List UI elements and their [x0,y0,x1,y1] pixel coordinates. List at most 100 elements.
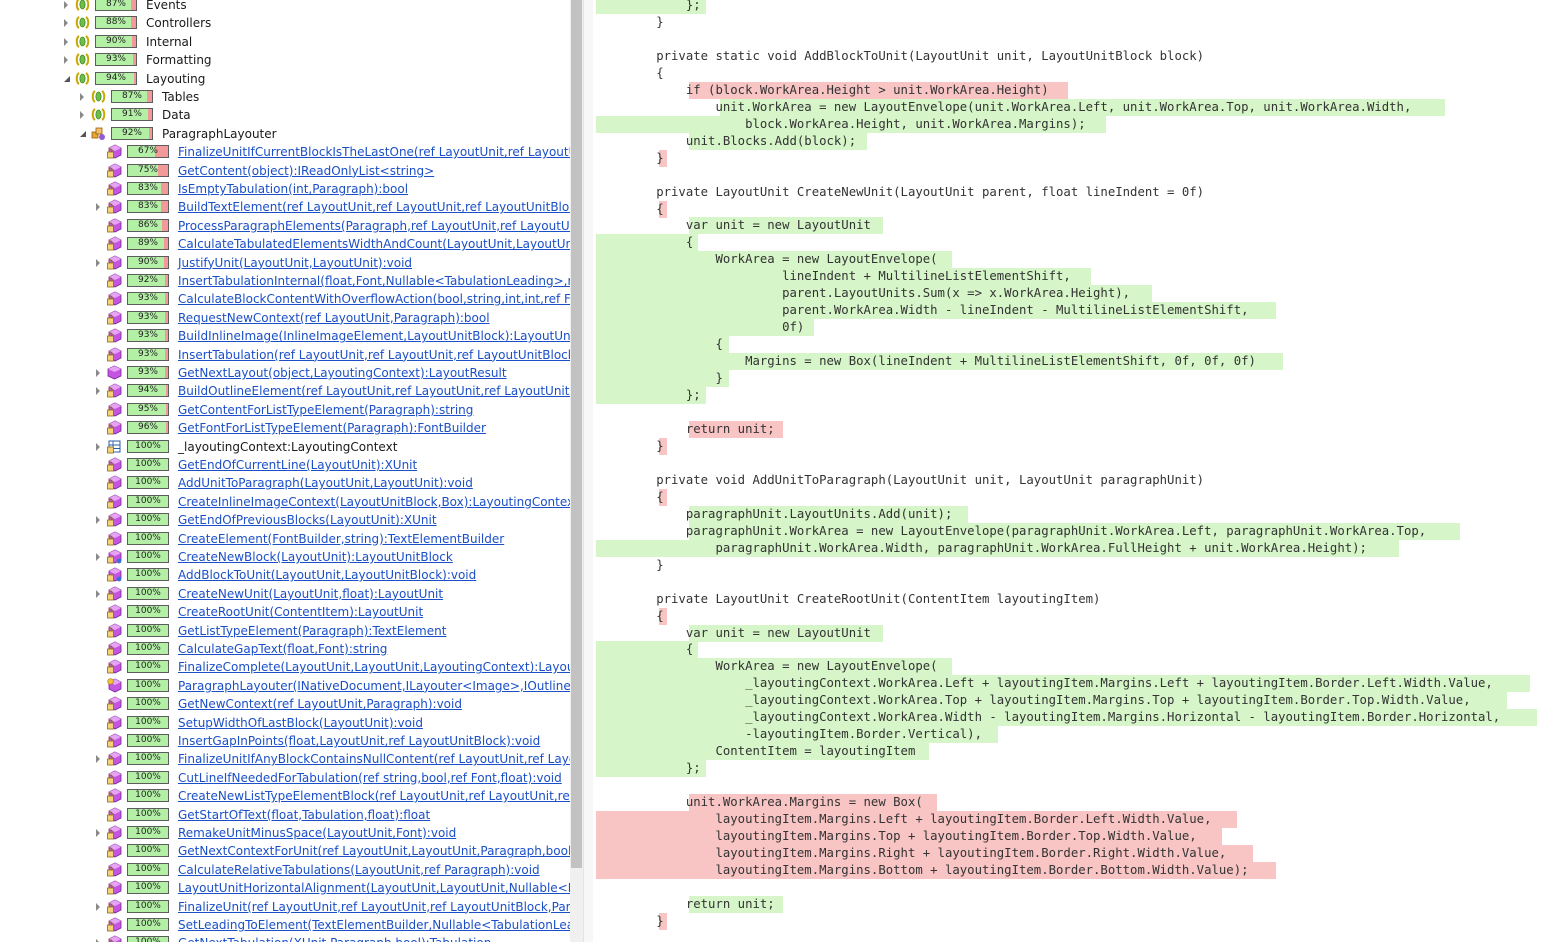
tree-item[interactable]: 93% InsertTabulation(ref LayoutUnit,ref L… [0,346,570,364]
tree-item[interactable]: 100% CreateRootUnit(ContentItem):LayoutUn… [0,603,570,621]
tree-item[interactable]: 93% RequestNewContext(ref LayoutUnit,Para… [0,309,570,327]
tree-item[interactable]: 87% Tables [0,88,570,106]
expand-icon[interactable] [96,755,100,764]
member-link[interactable]: SetLeadingToElement(TextElementBuilder,N… [178,917,570,933]
member-link[interactable]: ParagraphLayouter(INativeDocument,ILayou… [178,678,570,694]
collapse-icon[interactable] [64,75,70,82]
tree-item[interactable]: 100% CreateNewBlock(LayoutUnit):LayoutUni… [0,548,570,566]
coverage-tree[interactable]: 87% Events 88% Controllers 90% Internal 93% For… [0,0,570,942]
member-link[interactable]: SetupWidthOfLastBlock(LayoutUnit):void [178,715,423,731]
member-link[interactable]: GetNextTabulation(XUnit,Paragraph,bool):… [178,935,491,942]
tree-item[interactable]: 89% CalculateTabulatedElementsWidthAndCou… [0,235,570,253]
member-link[interactable]: InsertGapInPoints(float,LayoutUnit,ref L… [178,733,540,749]
tree-item[interactable]: 100% CreateNewUnit(LayoutUnit,float):Layo… [0,585,570,603]
expand-icon[interactable] [80,111,84,120]
member-link[interactable]: CreateNewBlock(LayoutUnit):LayoutUnitBlo… [178,549,453,565]
member-link[interactable]: FinalizeUnitIfCurrentBlockIsTheLastOne(r… [178,144,570,160]
tree-item[interactable]: 94% Layouting [0,70,570,88]
tree-item[interactable]: 96% GetFontForListTypeElement(Paragraph):… [0,419,570,437]
expand-icon[interactable] [96,516,100,525]
expand-icon[interactable] [96,387,100,396]
member-link[interactable]: JustifyUnit(LayoutUnit,LayoutUnit):void [178,255,412,271]
tree-item[interactable]: 100% GetEndOfCurrentLine(LayoutUnit):XUni… [0,456,570,474]
member-link[interactable]: GetNextLayout(object,LayoutingContext):L… [178,365,507,381]
tree-item[interactable]: 100% InsertGapInPoints(float,LayoutUnit,r… [0,732,570,750]
tree-item[interactable]: 95% GetContentForListTypeElement(Paragrap… [0,401,570,419]
expand-icon[interactable] [80,93,84,101]
member-link[interactable]: CreateElement(FontBuilder,string):TextEl… [178,531,504,547]
tree-item[interactable]: 91% Data [0,106,570,124]
tree-item[interactable]: 93% CalculateBlockContentWithOverflowActi… [0,290,570,308]
tree-item[interactable]: 86% ProcessParagraphElements(Paragraph,re… [0,217,570,235]
member-link[interactable]: GetEndOfCurrentLine(LayoutUnit):XUnit [178,457,417,473]
member-link[interactable]: GetEndOfPreviousBlocks(LayoutUnit):XUnit [178,512,437,528]
tree-item[interactable]: 93% Formatting [0,51,570,69]
member-link[interactable]: FinalizeUnit(ref LayoutUnit,ref LayoutUn… [178,899,570,915]
member-link[interactable]: InsertTabulation(ref LayoutUnit,ref Layo… [178,347,570,363]
member-link[interactable]: IsEmptyTabulation(int,Paragraph):bool [178,181,408,197]
pane-splitter[interactable] [583,0,593,942]
tree-item[interactable]: 100% CalculateRelativeTabulations(LayoutU… [0,861,570,879]
member-link[interactable]: GetStartOfText(float,Tabulation,float):f… [178,807,430,823]
expand-icon[interactable] [96,442,100,451]
tree-item[interactable]: 100% SetLeadingToElement(TextElementBuild… [0,916,570,934]
expand-icon[interactable] [96,829,100,837]
member-link[interactable]: CalculateRelativeTabulations(LayoutUnit,… [178,862,540,878]
tree-item[interactable]: 87% Events [0,0,570,14]
tree-scrollbar-thumb[interactable] [571,0,582,868]
tree-scrollbar[interactable] [570,0,583,942]
member-link[interactable]: AddUnitToParagraph(LayoutUnit,LayoutUnit… [178,475,473,491]
member-link[interactable]: GetListTypeElement(Paragraph):TextElemen… [178,623,446,639]
member-link[interactable]: GetFontForListTypeElement(Paragraph):Fon… [178,420,486,436]
expand-icon[interactable] [64,56,68,65]
member-link[interactable]: CreateRootUnit(ContentItem):LayoutUnit [178,604,423,620]
tree-item[interactable]: 100% LayoutUnitHorizontalAlignment(Layout… [0,879,570,897]
expand-icon[interactable] [96,258,100,267]
member-link[interactable]: RequestNewContext(ref LayoutUnit,Paragra… [178,310,490,326]
tree-item[interactable]: 75% GetContent(object):IReadOnlyList<stri… [0,162,570,180]
tree-item[interactable]: 100% AddBlockToUnit(LayoutUnit,LayoutUnit… [0,566,570,584]
tree-item[interactable]: 90% JustifyUnit(LayoutUnit,LayoutUnit):vo… [0,254,570,272]
tree-item[interactable]: 100% CreateInlineImageContext(LayoutUnitB… [0,493,570,511]
member-link[interactable]: GetContentForListTypeElement(Paragraph):… [178,402,473,418]
tree-item[interactable]: 83% BuildTextElement(ref LayoutUnit,ref L… [0,198,570,216]
member-link[interactable]: CalculateBlockContentWithOverflowAction(… [178,291,570,307]
expand-icon[interactable] [64,1,68,9]
member-link[interactable]: AddBlockToUnit(LayoutUnit,LayoutUnitBloc… [178,567,476,583]
expand-icon[interactable] [96,203,100,212]
member-link[interactable]: GetNewContext(ref LayoutUnit,Paragraph):… [178,696,462,712]
tree-item[interactable]: 100% GetStartOfText(float,Tabulation,floa… [0,806,570,824]
tree-item[interactable]: 93% BuildInlineImage(InlineImageElement,L… [0,327,570,345]
tree-item[interactable]: 92% InsertTabulationInternal(float,Font,N… [0,272,570,290]
member-link[interactable]: FinalizeComplete(LayoutUnit,LayoutUnit,L… [178,659,570,675]
tree-item[interactable]: 92% ParagraphLayouter [0,125,570,143]
collapse-icon[interactable] [80,130,86,137]
member-link[interactable]: LayoutUnitHorizontalAlignment(LayoutUnit… [178,880,570,896]
tree-item[interactable]: 100% FinalizeUnitIfAnyBlockContainsNullCo… [0,750,570,768]
tree-item[interactable]: 100% AddUnitToParagraph(LayoutUnit,Layout… [0,474,570,492]
member-link[interactable]: BuildOutlineElement(ref LayoutUnit,ref L… [178,383,570,399]
member-link[interactable]: GetContent(object):IReadOnlyList<string> [178,163,434,179]
member-link[interactable]: CreateNewListTypeElementBlock(ref Layout… [178,788,570,804]
tree-item[interactable]: 100% RemakeUnitMinusSpace(LayoutUnit,Font… [0,824,570,842]
tree-item[interactable]: 100% CalculateGapText(float,Font):string [0,640,570,658]
tree-item[interactable]: 100% FinalizeUnit(ref LayoutUnit,ref Layo… [0,898,570,916]
expand-icon[interactable] [96,589,100,598]
tree-item[interactable]: 100% GetNextTabulation(XUnit,Paragraph,bo… [0,934,570,942]
member-link[interactable]: CreateNewUnit(LayoutUnit,float):LayoutUn… [178,586,443,602]
tree-item[interactable]: 100% GetEndOfPreviousBlocks(LayoutUnit):X… [0,511,570,529]
member-link[interactable]: ProcessParagraphElements(Paragraph,ref L… [178,218,570,234]
member-link[interactable]: FinalizeUnitIfAnyBlockContainsNullConten… [178,751,570,767]
tree-item[interactable]: 93% GetNextLayout(object,LayoutingContext… [0,364,570,382]
member-link[interactable]: CalculateGapText(float,Font):string [178,641,387,657]
member-link[interactable]: CreateInlineImageContext(LayoutUnitBlock… [178,494,570,510]
member-link[interactable]: BuildInlineImage(InlineImageElement,Layo… [178,328,570,344]
tree-item[interactable]: 94% BuildOutlineElement(ref LayoutUnit,re… [0,382,570,400]
expand-icon[interactable] [64,19,68,28]
tree-item[interactable]: 100% CreateElement(FontBuilder,string):Te… [0,530,570,548]
member-link[interactable]: CalculateTabulatedElementsWidthAndCount(… [178,236,570,252]
tree-item[interactable]: 100% CreateNewListTypeElementBlock(ref La… [0,787,570,805]
tree-item[interactable]: 88% Controllers [0,14,570,32]
tree-item[interactable]: 100% GetNewContext(ref LayoutUnit,Paragra… [0,695,570,713]
expand-icon[interactable] [96,553,100,561]
